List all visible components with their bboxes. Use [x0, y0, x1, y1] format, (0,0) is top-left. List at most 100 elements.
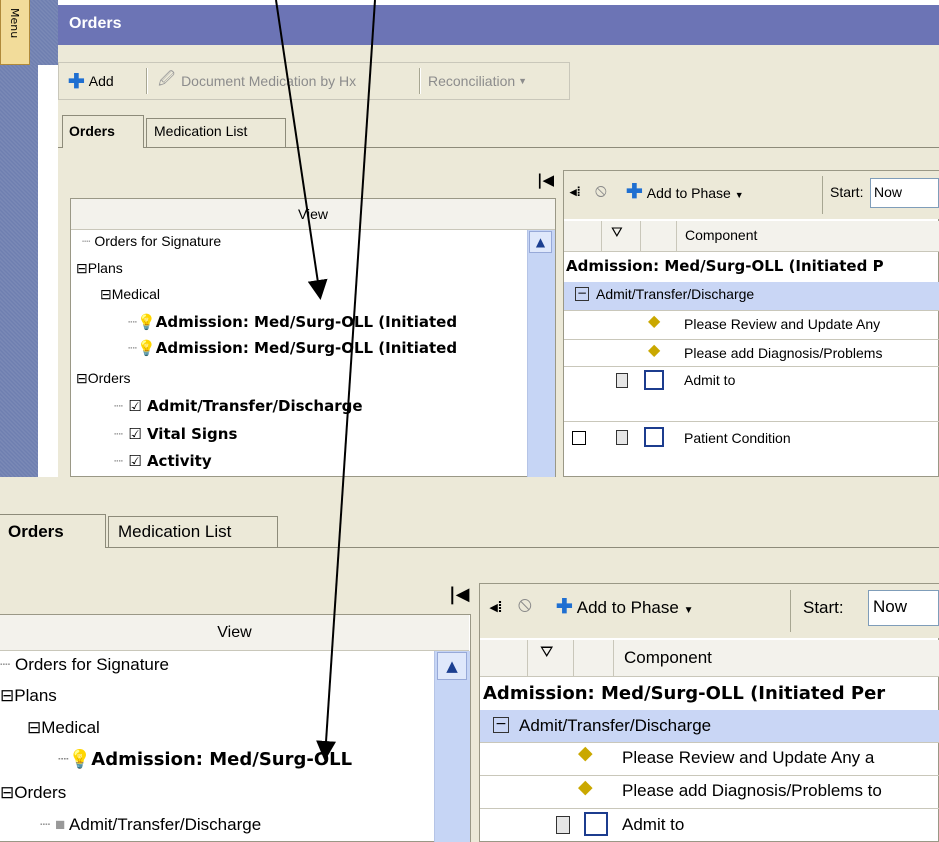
row-admit[interactable]: Admit to: [684, 372, 735, 388]
plus-icon: ✚: [626, 181, 643, 203]
component-header[interactable]: Component: [685, 227, 757, 243]
plan-row[interactable]: Admission: Med/Surg-OLL (Initiated P: [566, 257, 884, 275]
tab-orders[interactable]: Orders: [62, 115, 144, 148]
col-divider: [573, 640, 574, 676]
scroll-up-icon[interactable]: ▲: [437, 652, 467, 680]
scroll-up-icon[interactable]: ▲: [529, 231, 552, 253]
window-title-bar: Orders: [58, 5, 939, 45]
edit-icon[interactable]: [644, 427, 664, 447]
tree-item-plan-2[interactable]: ┈💡Admission: Med/Surg-OLL (Initiated: [128, 339, 457, 357]
tree-item-orders-for-signature[interactable]: ┈ Orders for Signature: [82, 233, 221, 250]
collapse-pane-icon[interactable]: |◀: [537, 171, 554, 189]
row-diagnosis[interactable]: Please add Diagnosis/Problems: [684, 345, 882, 361]
filter-icon[interactable]: ⛛: [540, 644, 553, 662]
document-icon: [556, 816, 570, 834]
expand-icon[interactable]: ⊟: [0, 783, 14, 802]
row-condition[interactable]: Patient Condition: [684, 430, 791, 446]
add-to-phase-button[interactable]: ✚ Add to Phase ▼: [556, 594, 693, 619]
edit-icon[interactable]: [644, 370, 664, 390]
chevron-down-icon: ▼: [683, 605, 694, 616]
toolbar-separator: [146, 68, 148, 94]
row-diagnosis[interactable]: Please add Diagnosis/Problems to: [622, 781, 882, 801]
tab-medication-list[interactable]: Medication List: [108, 516, 278, 547]
checked-icon: ☑: [128, 452, 142, 470]
add-to-phase-label: Add to Phase: [576, 598, 679, 617]
edit-icon[interactable]: [584, 812, 608, 836]
lightbulb-icon: 💡: [137, 339, 156, 357]
plus-icon: ✚: [556, 596, 573, 618]
tree-item-admit[interactable]: ┈ ☑ Admit/Transfer/Discharge: [114, 397, 363, 415]
add-button[interactable]: ✚ Add: [68, 62, 114, 100]
tree-item-activity[interactable]: ┈ ☑ Activity: [114, 452, 212, 470]
tree-item-orders-for-signature[interactable]: ┈ Orders for Signature: [0, 655, 169, 675]
tree-item-plan-1[interactable]: ┈💡Admission: Med/Surg-OLL (Initiated: [128, 313, 457, 331]
tree-item-orders[interactable]: ⊟Orders: [0, 783, 66, 803]
tab-orders-label: Orders: [69, 123, 115, 139]
tab-baseline: [58, 147, 939, 148]
tree-item-label: Medical: [41, 718, 100, 737]
tree-item-label: Activity: [146, 452, 212, 470]
chevron-down-icon: ▼: [518, 76, 528, 86]
row-review[interactable]: Please Review and Update Any a: [622, 748, 874, 768]
collapse-icon[interactable]: −: [493, 717, 509, 733]
expand-icon[interactable]: ⊟: [0, 686, 14, 705]
tree-header[interactable]: View: [71, 199, 555, 230]
tree-header[interactable]: View: [0, 615, 469, 651]
expand-icon[interactable]: ⊟: [76, 260, 88, 276]
tab-orders-label: Orders: [8, 522, 64, 541]
component-header[interactable]: Component: [624, 648, 712, 668]
toolbar-separator: [419, 68, 421, 94]
speaker-icon[interactable]: ◂⁞: [490, 598, 503, 616]
start-input[interactable]: Now: [868, 590, 939, 626]
tree-item-admit[interactable]: ┈ ■ Admit/Transfer/Discharge: [40, 815, 261, 835]
tree-item-medical[interactable]: ⊟Medical: [27, 718, 100, 738]
tree-item-label: Medical: [111, 286, 160, 302]
expand-icon[interactable]: ⊟: [76, 370, 88, 386]
tree-item-plan-1[interactable]: ┈💡Admission: Med/Surg-OLL: [58, 749, 352, 770]
col-divider: [676, 221, 677, 251]
tab-medication-list[interactable]: Medication List: [146, 118, 286, 147]
row-divider: [564, 339, 939, 340]
unchecked-icon: ■: [54, 815, 66, 834]
add-to-phase-label: Add to Phase: [646, 185, 731, 201]
expand-icon[interactable]: ⊟: [27, 718, 41, 737]
tree-item-label: Orders for Signature: [94, 233, 222, 249]
speaker-icon[interactable]: ◂⁞: [570, 184, 581, 200]
cancel-icon[interactable]: ⦸: [595, 180, 607, 201]
section-label: Admit/Transfer/Discharge: [596, 286, 755, 302]
tab-orders[interactable]: Orders: [0, 514, 106, 548]
chevron-down-icon: ▼: [734, 190, 744, 200]
tree-item-label: Orders: [87, 370, 131, 386]
tree-item-plans[interactable]: ⊟Plans: [0, 686, 57, 706]
document-medication-button[interactable]: 🖉 Document Medication by Hx: [158, 62, 356, 100]
tree-item-medical[interactable]: ⊟Medical: [100, 286, 160, 303]
add-to-phase-button[interactable]: ✚ Add to Phase ▼: [626, 179, 744, 204]
reminder-icon: ◆: [578, 743, 593, 764]
tree-item-plans[interactable]: ⊟Plans: [76, 260, 123, 277]
row-admit[interactable]: Admit to: [622, 815, 684, 835]
menu-tab[interactable]: Menu: [0, 0, 30, 65]
side-strip-lower: [0, 65, 38, 477]
collapse-pane-icon[interactable]: |◀: [449, 584, 469, 605]
tree-scrollbar[interactable]: [527, 230, 555, 477]
add-label: Add: [88, 73, 114, 89]
plan-row[interactable]: Admission: Med/Surg-OLL (Initiated Per: [483, 683, 885, 704]
tree-item-orders[interactable]: ⊟Orders: [76, 370, 131, 387]
lightbulb-icon: 💡: [137, 313, 156, 331]
tree-item-label: Plans: [14, 686, 57, 705]
filter-icon[interactable]: ⛛: [611, 224, 623, 241]
collapse-icon[interactable]: −: [575, 287, 589, 301]
document-medication-label: Document Medication by Hx: [181, 73, 357, 89]
expand-icon[interactable]: ⊟: [100, 286, 112, 302]
tree-item-vital[interactable]: ┈ ☑ Vital Signs: [114, 425, 237, 443]
tree-item-label: Admission: Med/Surg-OLL: [91, 749, 353, 770]
reconciliation-button[interactable]: Reconciliation ▼: [428, 62, 527, 100]
cancel-icon[interactable]: ⦸: [518, 593, 532, 617]
row-review[interactable]: Please Review and Update Any: [684, 316, 880, 332]
toolbar-separator: [822, 176, 823, 214]
tree-item-label: Admission: Med/Surg-OLL (Initiated: [155, 339, 458, 357]
start-input[interactable]: Now: [870, 178, 939, 208]
toolbar-separator: [790, 590, 791, 632]
window-title: Orders: [69, 15, 122, 32]
row-checkbox[interactable]: [572, 431, 586, 445]
